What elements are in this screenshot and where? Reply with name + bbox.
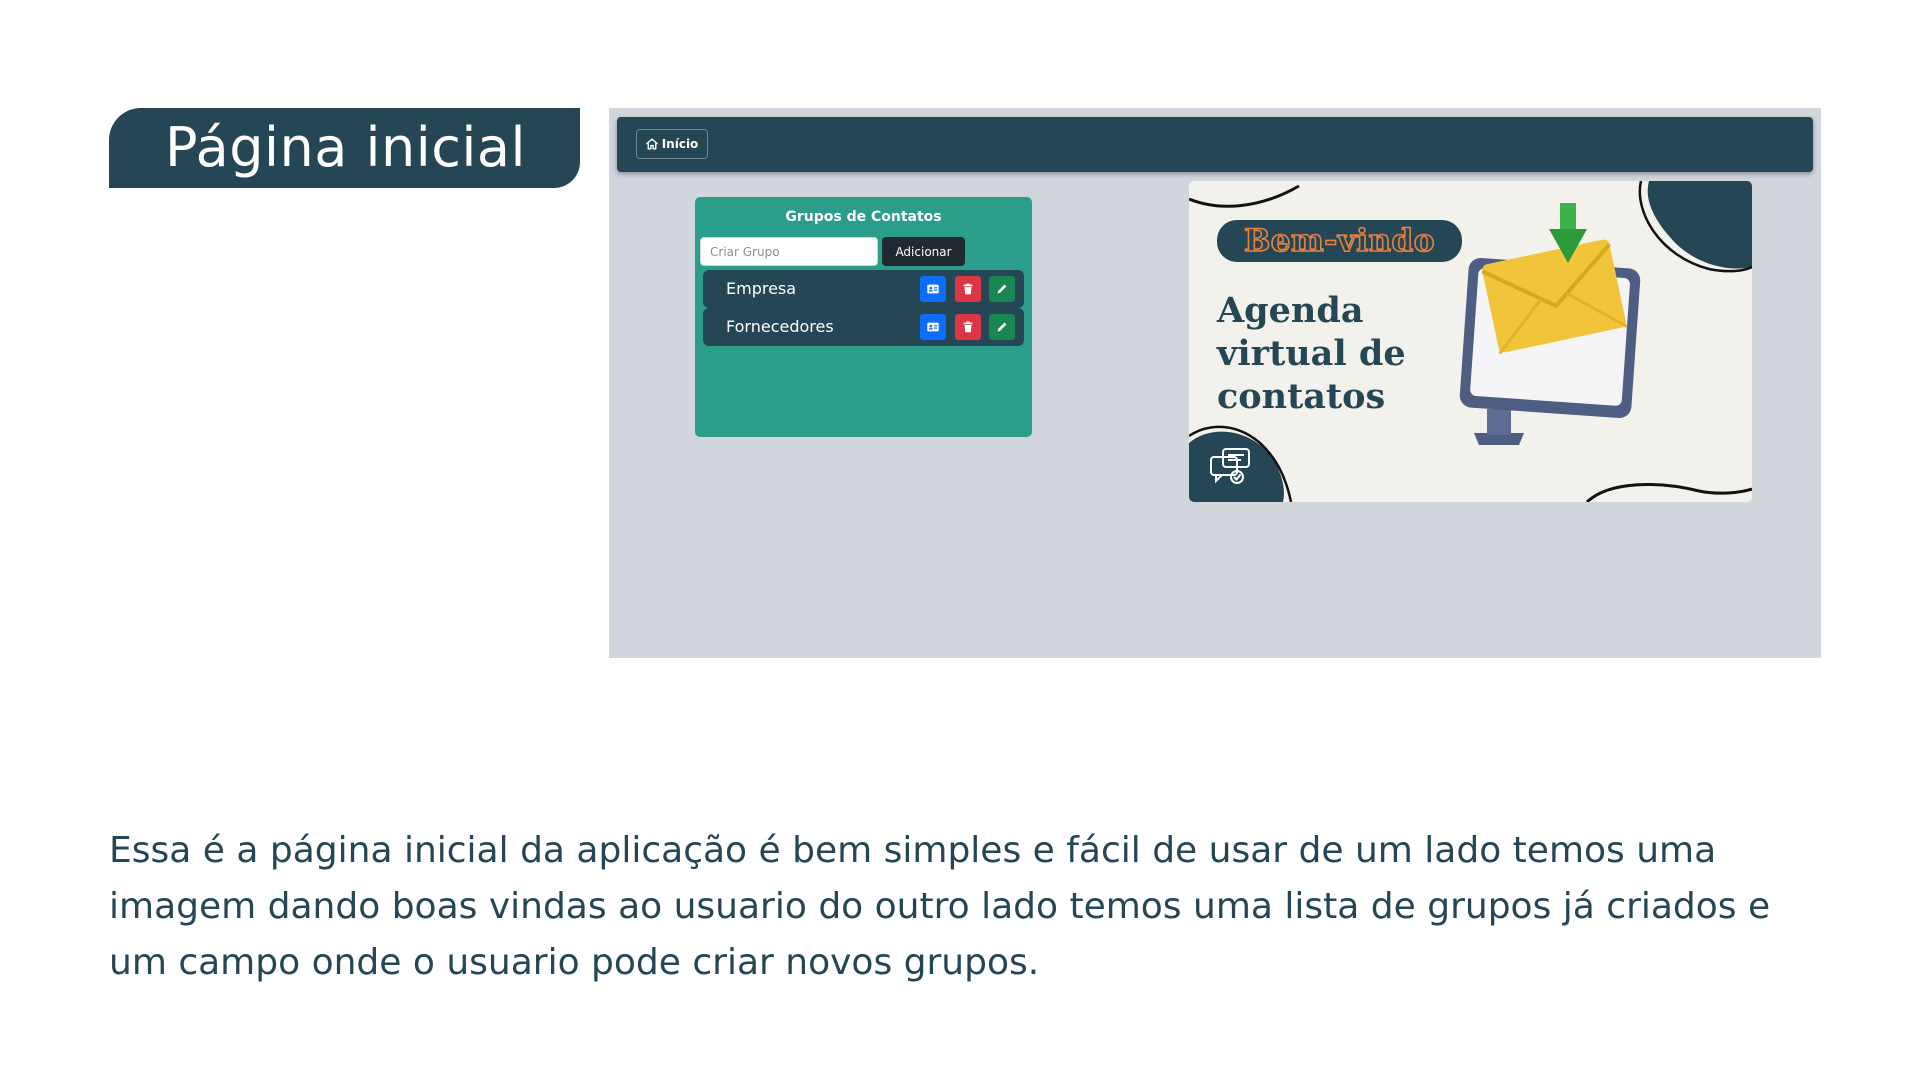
delete-group-button[interactable]	[955, 276, 981, 302]
delete-group-button[interactable]	[955, 314, 981, 340]
edit-group-button[interactable]	[989, 276, 1015, 302]
add-group-button[interactable]: Adicionar	[882, 237, 965, 266]
pencil-icon	[997, 284, 1007, 294]
trash-icon	[963, 283, 973, 295]
banner-headline: Agenda virtual de contatos	[1217, 289, 1477, 418]
view-contacts-button[interactable]	[920, 314, 946, 340]
home-nav-label: Início	[661, 137, 699, 151]
view-contacts-button[interactable]	[920, 276, 946, 302]
decorative-blob-top-right	[1647, 181, 1752, 269]
welcome-badge: Bem-vindo	[1217, 220, 1462, 262]
id-card-icon	[927, 284, 939, 294]
slide-description: Essa é a página inicial da aplicação é b…	[109, 830, 1771, 983]
group-name: Fornecedores	[726, 317, 834, 336]
banner-headline-line: Agenda	[1217, 290, 1364, 331]
group-row-fornecedores[interactable]: Fornecedores	[703, 308, 1024, 346]
app-screenshot: Início Grupos de Contatos Adicionar Empr…	[609, 108, 1821, 658]
house-icon	[645, 138, 658, 150]
groups-panel: Grupos de Contatos Adicionar Empresa	[695, 197, 1032, 437]
banner-headline-line: virtual de	[1217, 333, 1406, 374]
edit-group-button[interactable]	[989, 314, 1015, 340]
decorative-curve-bottom	[1585, 483, 1752, 502]
decorative-curve-top	[1189, 184, 1300, 208]
group-row-empresa[interactable]: Empresa	[703, 270, 1024, 308]
home-nav-button[interactable]: Início	[636, 129, 708, 159]
pencil-icon	[997, 322, 1007, 332]
navbar: Início	[617, 117, 1813, 172]
welcome-banner: Bem-vindo Agenda virtual de contatos	[1189, 181, 1752, 502]
slide-title: Página inicial	[109, 108, 580, 188]
id-card-icon	[927, 322, 939, 332]
create-group-input[interactable]	[700, 237, 878, 266]
banner-headline-line: contatos	[1217, 376, 1386, 417]
trash-icon	[963, 321, 973, 333]
group-name: Empresa	[726, 279, 797, 298]
groups-panel-title: Grupos de Contatos	[785, 209, 942, 225]
